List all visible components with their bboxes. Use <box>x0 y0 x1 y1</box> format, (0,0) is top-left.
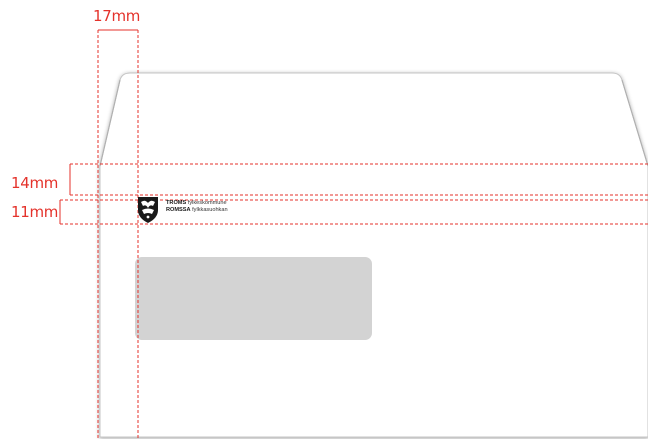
address-window <box>135 257 372 340</box>
logo-line-1-bold: TROMS <box>166 200 187 206</box>
logo-line-2-light: fylkkasuohkan <box>192 207 228 213</box>
logo-line-1-light: fylkeskommune <box>187 200 227 206</box>
logo-line-2: ROMSSA fylkkasuohkan <box>166 207 228 214</box>
logo-line-2-bold: ROMSSA <box>166 207 191 213</box>
envelope-outline <box>99 72 648 438</box>
measurement-label-14mm: 14mm <box>11 174 59 192</box>
logo-wordmark: TROMS fylkeskommune ROMSSA fylkkasuohkan <box>166 200 228 214</box>
measurement-label-11mm: 11mm <box>11 203 59 221</box>
diagram-svg <box>59 29 648 439</box>
envelope-diagram: 17mm 14mm 11mm TROMS fylkeskommune ROMSS… <box>0 0 648 439</box>
logo-line-1: TROMS fylkeskommune <box>166 200 228 207</box>
measurement-label-17mm: 17mm <box>93 7 141 25</box>
